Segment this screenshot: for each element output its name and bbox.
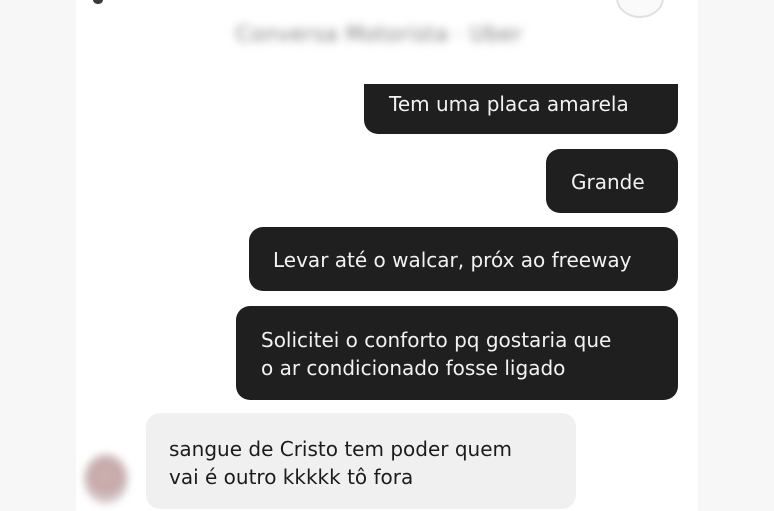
info-icon[interactable]	[616, 0, 664, 18]
chat-screen: Conversa Motorista · Uber Tem uma placa …	[0, 0, 774, 511]
outgoing-message[interactable]: Grande	[546, 149, 678, 213]
message-text: Grande	[571, 170, 645, 194]
incoming-message[interactable]: sangue de Cristo tem poder quem vai é ou…	[146, 413, 576, 509]
outgoing-message[interactable]: Tem uma placa amarela	[364, 84, 678, 134]
outgoing-message[interactable]: Levar até o walcar, próx ao freeway	[249, 227, 678, 291]
left-margin	[0, 0, 76, 511]
message-text: vai é outro kkkkk tô fora	[169, 465, 414, 489]
right-margin	[698, 0, 774, 511]
message-text: Solicitei o conforto pq gostaria que	[261, 328, 612, 352]
message-text: sangue de Cristo tem poder quem	[169, 437, 512, 461]
message-text: Levar até o walcar, próx ao freeway	[273, 248, 632, 272]
message-text: Tem uma placa amarela	[389, 92, 629, 116]
conversation-title: Conversa Motorista · Uber	[235, 22, 523, 46]
outgoing-message[interactable]: Solicitei o conforto pq gostaria que o a…	[236, 306, 678, 400]
message-text: o ar condicionado fosse ligado	[261, 356, 566, 380]
back-icon[interactable]	[93, 0, 103, 4]
avatar[interactable]	[84, 454, 128, 504]
